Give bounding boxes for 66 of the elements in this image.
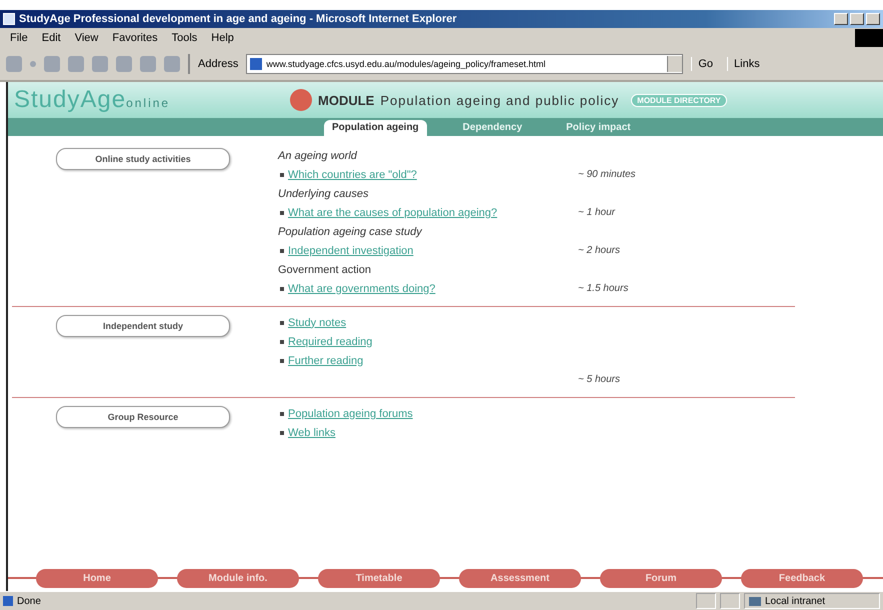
activity-heading: An ageing world [278,150,357,162]
duration-text: ~ 1 hour [578,207,615,218]
activity-link[interactable]: Which countries are "old"? [288,168,417,180]
bullet-icon [280,210,284,214]
tab[interactable]: Dependency [454,120,530,136]
bullet-icon [280,358,284,362]
site-logo: StudyAge [14,86,126,114]
go-button[interactable]: Go [691,57,720,71]
address-field[interactable]: www.studyage.cfcs.usyd.edu.au/modules/ageing_policy/frameset.html [246,54,684,74]
bullet-icon [280,412,284,416]
section-button[interactable]: Online study activities [56,148,230,170]
activity-link[interactable]: What are the causes of population ageing? [288,206,498,218]
zone-text: Local intranet [765,596,826,606]
network-icon [749,596,761,606]
activity-link[interactable]: Further reading [288,354,364,366]
window-control-button[interactable] [850,13,864,25]
activity-link[interactable]: What are governments doing? [288,282,436,294]
bullet-icon [280,248,284,252]
activity-heading: Underlying causes [278,188,368,200]
activity-link[interactable]: Independent investigation [288,244,414,256]
module-label: MODULE [318,92,374,108]
section-button[interactable]: Independent study [56,315,230,337]
page-icon [3,596,13,606]
links-button[interactable]: Links [727,57,766,71]
window-control-button[interactable] [834,13,848,25]
window-control-button[interactable] [866,13,880,25]
menu-item[interactable]: Tools [172,32,198,44]
activity-heading: Population ageing case study [278,226,422,238]
bullet-icon [280,430,284,434]
duration-text: ~ 2 hours [578,245,620,256]
nav-button[interactable]: Home [36,568,158,588]
menu-item[interactable]: View [74,32,98,44]
status-text: Done [17,596,42,606]
address-label: Address [198,58,238,70]
menu-item[interactable]: Edit [42,32,61,44]
activity-link[interactable]: Population ageing forums [288,408,413,420]
nav-button[interactable]: Timetable [318,568,440,588]
tab[interactable]: Population ageing [324,120,427,136]
nav-button[interactable]: Assessment [459,568,581,588]
bullet-icon [280,320,284,324]
site-logo-suffix: online [126,96,170,110]
section-button[interactable]: Group Resource [56,406,230,428]
duration-text: ~ 1.5 hours [578,283,628,294]
activity-heading: Government action [278,264,371,276]
status-bar-panel [696,593,716,609]
menu-item[interactable]: Help [211,32,234,44]
module-title: Population ageing and public policy [380,92,620,108]
window-title: StudyAge Professional development in age and ageing - Microsoft Internet Explorer [19,13,458,25]
module-directory-button[interactable]: MODULE DIRECTORY [631,94,727,106]
activity-link[interactable]: Study notes [288,316,346,328]
nav-button[interactable]: Forum [600,568,722,588]
bullet-icon [280,340,284,344]
tab[interactable]: Policy impact [558,120,639,136]
menu-item[interactable]: File [10,32,28,44]
duration-text: ~ 90 minutes [578,169,636,180]
duration-text: ~ 5 hours [578,374,620,385]
bullet-icon [280,172,284,176]
app-icon [3,13,15,25]
status-bar-panel [720,593,740,609]
activity-link[interactable]: Web links [288,426,336,438]
bullet-icon [280,286,284,290]
nav-button[interactable]: Feedback [741,568,863,588]
page-icon [250,58,262,70]
menu-item[interactable]: Favorites [112,32,158,44]
activity-link[interactable]: Required reading [288,336,372,348]
nav-button[interactable]: Module info. [177,568,299,588]
